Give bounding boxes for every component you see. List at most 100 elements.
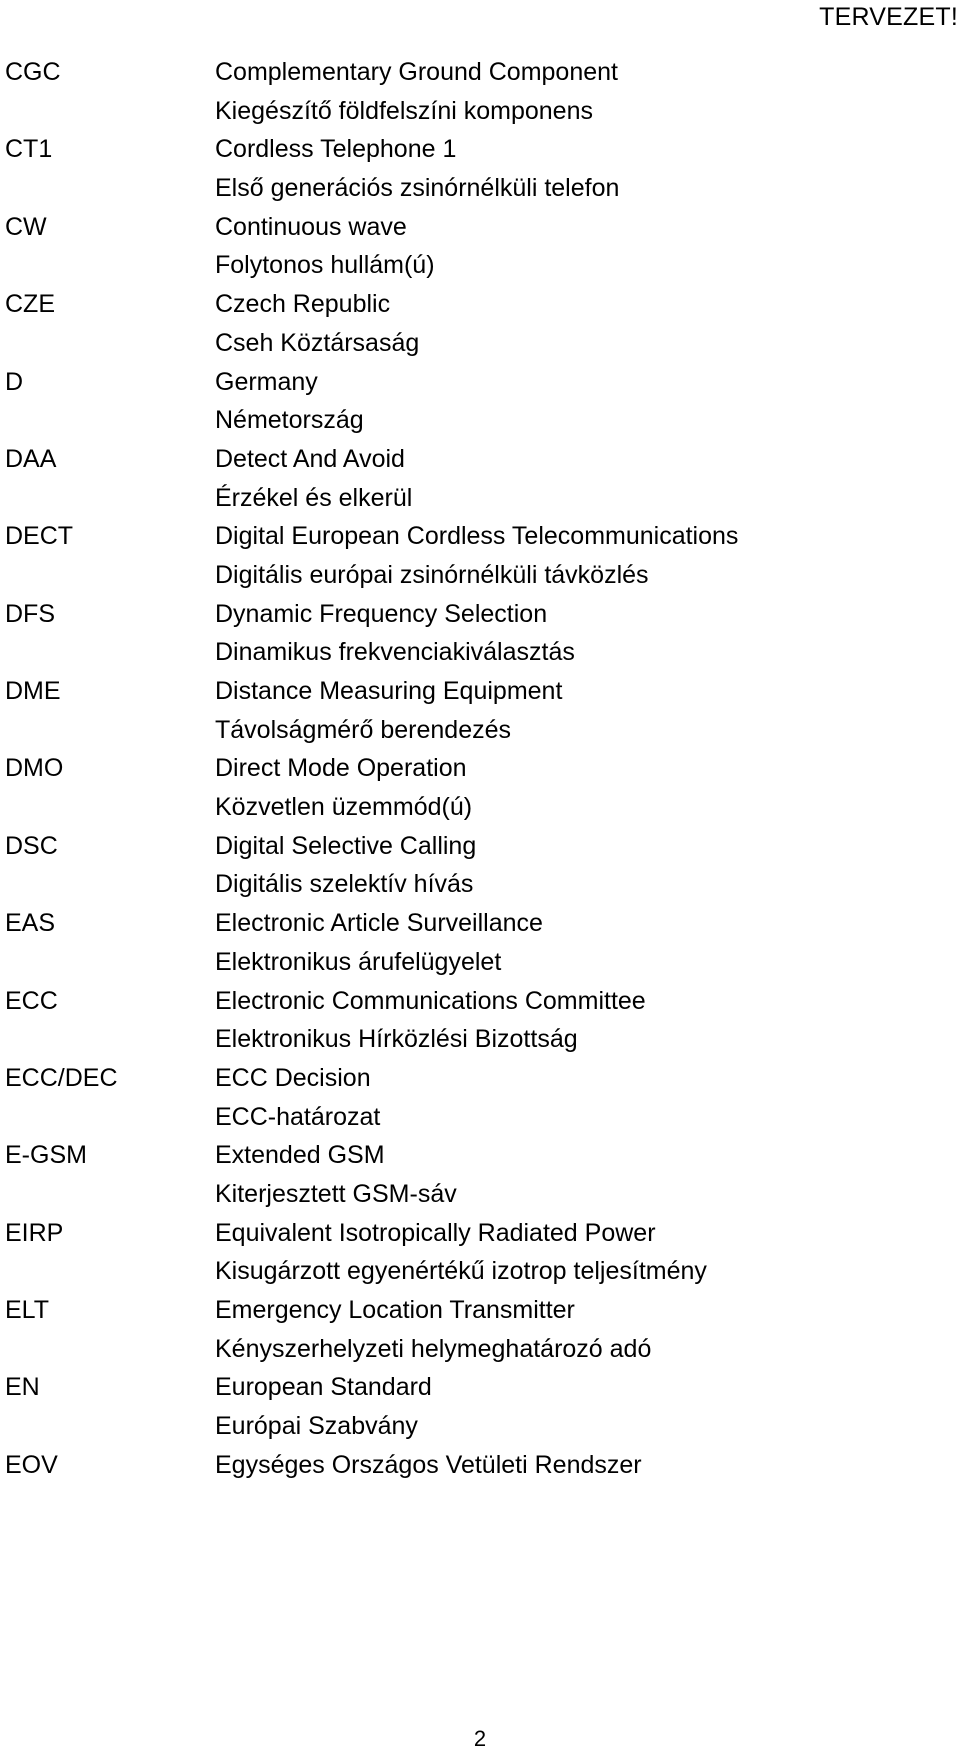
glossary-entry: CW Continuous wave Folytonos hullám(ú) [0,212,960,289]
page-number: 2 [473,1726,487,1751]
abbreviation-definition-hungarian: Németország [215,406,364,435]
abbreviation-definition-hungarian: Európai Szabvány [215,1412,418,1441]
abbreviation-term: D [5,367,24,396]
draft-watermark-header: TERVEZET! [819,3,958,31]
glossary-row-translation: Távolságmérő berendezés [0,715,960,754]
glossary-row-primary: EAS Electronic Article Surveillance [0,908,960,947]
glossary-row-primary: DME Distance Measuring Equipment [0,676,960,715]
abbreviation-definition-english: Direct Mode Operation [215,754,467,783]
abbreviation-definition-hungarian: Elektronikus árufelügyelet [215,947,502,976]
glossary-entry: DAA Detect And Avoid Érzékel és elkerül [0,444,960,521]
abbreviation-term: EAS [5,909,56,938]
glossary-row-translation: Digitális szelektív hívás [0,869,960,908]
abbreviation-term: ELT [5,1296,49,1324]
abbreviation-definition-hungarian: Cseh Köztársaság [215,328,420,357]
abbreviation-term: DECT [5,522,74,551]
abbreviation-term: DAA [5,444,57,473]
abbreviation-definition-english: Complementary Ground Component [215,58,618,86]
abbreviation-definition-english: ECC Decision [215,1063,371,1092]
glossary-row-primary: ELT Emergency Location Transmitter [0,1295,960,1334]
glossary-row-primary: E-GSM Extended GSM [0,1140,960,1179]
glossary-row-translation: Kiegészítő földfelszíni komponens [0,96,960,135]
abbreviation-definition-english: Continuous wave [215,212,407,241]
abbreviation-definition-english: Germany [215,367,318,396]
glossary-row-translation: Cseh Köztársaság [0,328,960,367]
glossary-entry: ECC Electronic Communications Committee El… [0,986,960,1063]
glossary-row-primary: CGC Complementary Ground Component [0,57,960,96]
glossary-row-primary: D Germany [0,367,960,406]
glossary-entry: CT1 Cordless Telephone 1 Első generációs z… [0,134,960,211]
glossary-entry: EAS Electronic Article Surveillance Elektr… [0,908,960,985]
abbreviation-term: EN [5,1373,40,1402]
glossary-row-translation: Elektronikus árufelügyelet [0,947,960,986]
abbreviation-term: CT1 [5,135,53,164]
glossary-row-primary: CZE Czech Republic [0,289,960,328]
glossary-row-translation: Németország [0,405,960,444]
glossary-row-translation: Dinamikus frekvenciakiválasztás [0,637,960,676]
glossary-row-primary: DECT Digital European Cordless Telecommun… [0,521,960,560]
abbreviation-term: DME [5,677,61,705]
abbreviation-definition-hungarian: Első generációs zsinórnélküli telefon [215,174,620,203]
glossary-row-translation: Digitális európai zsinórnélküli távközlé… [0,560,960,599]
glossary-entry: ELT Emergency Location Transmitter Kénysze… [0,1295,960,1372]
abbreviation-definition-english: Extended GSM [215,1141,385,1170]
abbreviation-term: ECC [5,986,58,1015]
abbreviation-definition-hungarian: Közvetlen üzemmód(ú) [215,793,473,822]
glossary-row-primary: DAA Detect And Avoid [0,444,960,483]
abbreviation-definition-hungarian: ECC-határozat [215,1102,381,1131]
glossary-entry: EIRP Equivalent Isotropically Radiated Po… [0,1218,960,1295]
glossary-row-translation: Elektronikus Hírközlési Bizottság [0,1024,960,1063]
glossary-row-translation: Kiterjesztett GSM-sáv [0,1179,960,1218]
glossary-row-translation: Első generációs zsinórnélküli telefon [0,173,960,212]
abbreviation-term: E-GSM [5,1141,87,1170]
glossary-row-translation: Közvetlen üzemmód(ú) [0,792,960,831]
glossary-row-translation: Folytonos hullám(ú) [0,250,960,289]
abbreviation-definition-english: Equivalent Isotropically Radiated Power [215,1218,656,1247]
abbreviation-definition-english: Distance Measuring Equipment [215,677,563,705]
abbreviation-definition-english: Emergency Location Transmitter [215,1296,575,1324]
glossary-entry: D Germany Németország [0,367,960,444]
abbreviation-definition-english: Digital Selective Calling [215,831,477,860]
abbreviation-term: CW [5,212,47,241]
abbreviation-definition-english: Electronic Article Surveillance [215,909,543,938]
glossary-row-primary: EN European Standard [0,1372,960,1411]
abbreviation-definition-hungarian: Elektronikus Hírközlési Bizottság [215,1025,578,1054]
glossary-row-translation: Európai Szabvány [0,1411,960,1450]
abbreviation-term: DMO [5,754,64,783]
abbreviation-definition-hungarian: Folytonos hullám(ú) [215,251,435,280]
abbreviation-definition-hungarian: Kiegészítő földfelszíni komponens [215,96,593,125]
abbreviation-term: EIRP [5,1218,64,1247]
glossary-row-primary: DFS Dynamic Frequency Selection [0,599,960,638]
glossary-entry: DMO Direct Mode Operation Közvetlen üzemmó… [0,753,960,830]
abbreviation-definition-english: Detect And Avoid [215,444,405,473]
glossary-row-primary: EOV Egységes Országos Vetületi Rendszer [0,1450,960,1489]
abbreviation-term: ECC/DEC [5,1063,118,1092]
glossary-row-translation: ECC-határozat [0,1102,960,1141]
document-page: TERVEZET! CGC Complementary Ground Compon… [0,0,960,1764]
abbreviation-definition-english: Electronic Communications Committee [215,986,646,1015]
glossary-entry: E-GSM Extended GSM Kiterjesztett GSM-sáv [0,1140,960,1217]
glossary-entry: DFS Dynamic Frequency Selection Dinamikus … [0,599,960,676]
glossary-row-primary: CW Continuous wave [0,212,960,251]
abbreviation-definition-hungarian: Kiterjesztett GSM-sáv [215,1179,457,1208]
abbreviation-definition-english: Czech Republic [215,290,391,319]
glossary-row-primary: ECC/DEC ECC Decision [0,1063,960,1102]
glossary-entry: DSC Digital Selective Calling Digitális sz… [0,831,960,908]
glossary-row-primary: DSC Digital Selective Calling [0,831,960,870]
glossary-row-primary: CT1 Cordless Telephone 1 [0,134,960,173]
abbreviation-definition-english: Egységes Országos Vetületi Rendszer [215,1450,642,1479]
abbreviation-definition-hungarian: Távolságmérő berendezés [215,715,511,744]
glossary-row-primary: EIRP Equivalent Isotropically Radiated Po… [0,1218,960,1257]
abbreviation-definition-english: Cordless Telephone 1 [215,135,457,164]
abbreviation-definition-hungarian: Érzékel és elkerül [215,483,413,512]
abbreviation-term: CZE [5,290,55,319]
abbreviation-glossary-list: CGC Complementary Ground Component Kiegész… [0,57,960,1488]
glossary-entry: DME Distance Measuring Equipment Távolságm… [0,676,960,753]
glossary-entry: DECT Digital European Cordless Telecommun… [0,521,960,598]
glossary-row-translation: Kényszerhelyzeti helymeghatározó adó [0,1334,960,1373]
abbreviation-definition-hungarian: Digitális európai zsinórnélküli távközlé… [215,560,649,589]
abbreviation-term: EOV [5,1450,58,1479]
abbreviation-definition-hungarian: Dinamikus frekvenciakiválasztás [215,638,575,667]
glossary-row-primary: DMO Direct Mode Operation [0,753,960,792]
glossary-row-translation: Érzékel és elkerül [0,483,960,522]
